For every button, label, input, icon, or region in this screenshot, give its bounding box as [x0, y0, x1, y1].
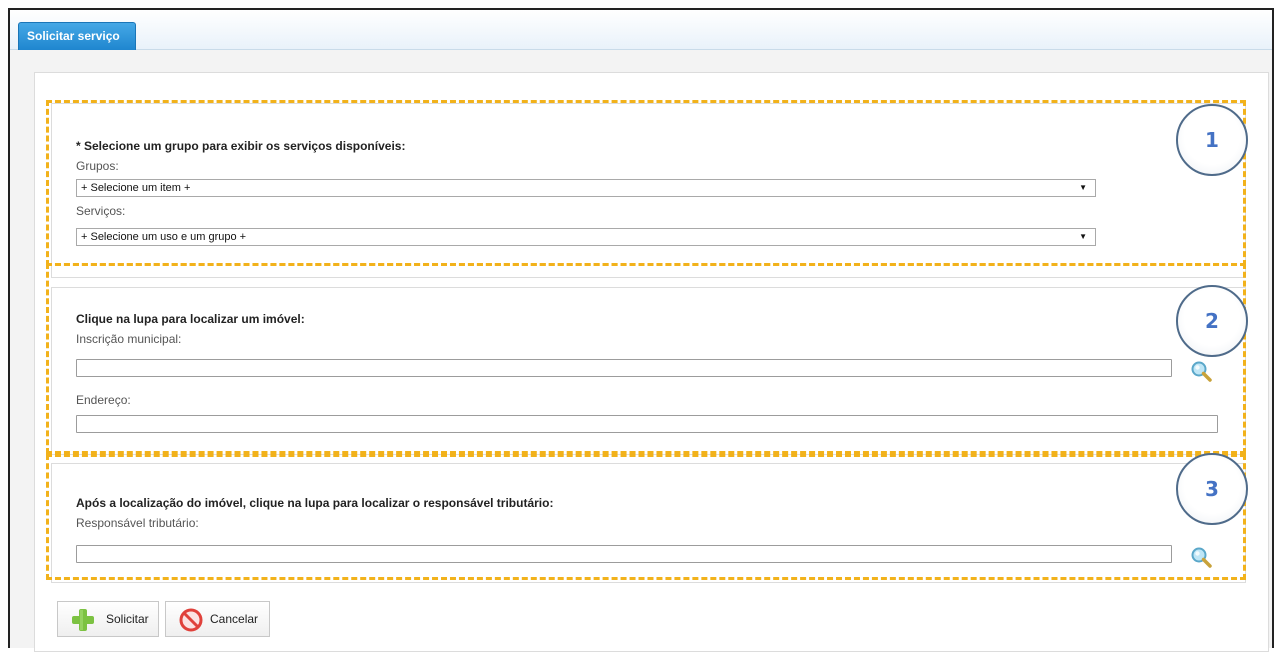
step-badge-3: 3 — [1176, 453, 1248, 525]
cancelar-button[interactable]: Cancelar — [165, 601, 270, 637]
tab-bar: Solicitar serviço — [10, 10, 1272, 50]
highlight-box-1 — [46, 100, 1246, 266]
solicitar-label: Solicitar — [106, 612, 149, 626]
solicitar-button[interactable]: Solicitar — [57, 601, 159, 637]
cancel-icon — [179, 608, 203, 632]
step-badge-1: 1 — [1176, 104, 1248, 176]
step-badge-2: 2 — [1176, 285, 1248, 357]
cancelar-label: Cancelar — [210, 612, 259, 626]
add-icon — [72, 609, 94, 631]
tab-solicitar-servico[interactable]: Solicitar serviço — [18, 22, 136, 50]
highlight-box-2 — [46, 263, 1246, 454]
highlight-box-3 — [46, 454, 1246, 580]
